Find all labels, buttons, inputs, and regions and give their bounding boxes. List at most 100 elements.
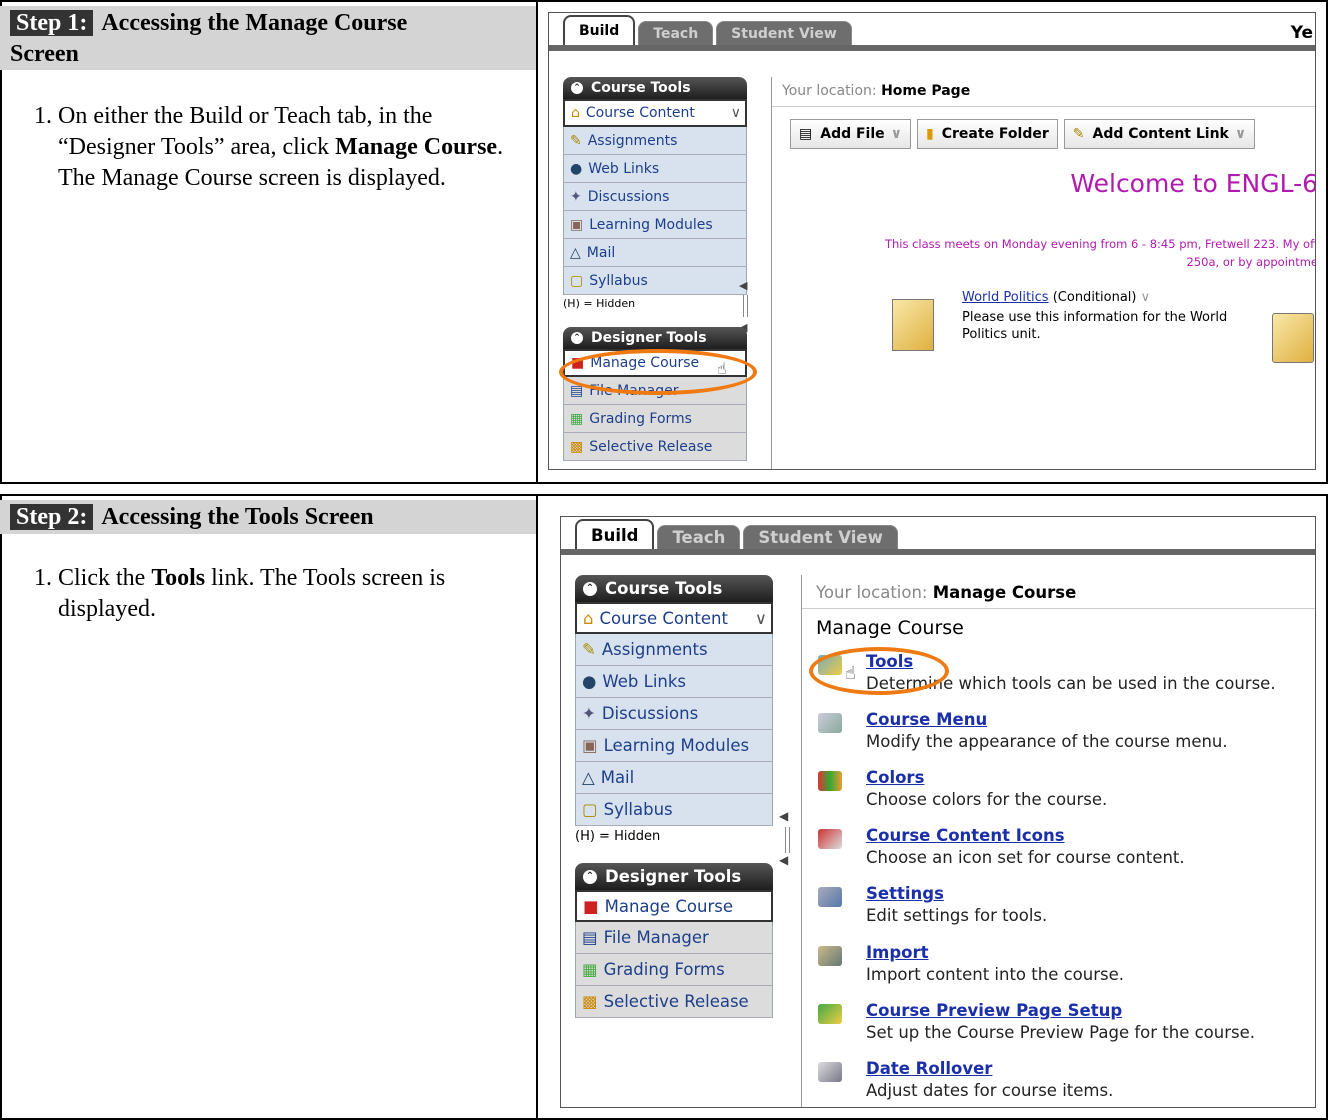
sidebar-item-assignments[interactable]: ✎ Assignments — [563, 127, 747, 155]
step2-label: Step 2: — [10, 504, 94, 530]
manage-item-course-menu[interactable]: Course Menu Modify the appearance of the … — [818, 709, 1228, 753]
settings-link[interactable]: Settings — [866, 883, 1047, 905]
step1-instructions: On either the Build or Teach tab, in the… — [14, 101, 518, 194]
designer-tools-header[interactable]: ⌃ Designer Tools — [563, 327, 747, 349]
sidebar-resize-handle[interactable] — [743, 295, 748, 317]
manage-course-heading: Manage Course — [816, 617, 964, 639]
step1-screenshot: Build Teach Student View Ye ⌃ Course Tool… — [548, 12, 1316, 470]
manage-item-course-content-icons[interactable]: Course Content Icons Choose an icon set f… — [818, 825, 1185, 869]
selective-release-icon: ▩ — [582, 992, 598, 1011]
manage-item-settings[interactable]: Settings Edit settings for tools. — [818, 883, 1047, 927]
sidebar-item-grading-forms[interactable]: ▦ Grading Forms — [575, 954, 773, 986]
tab-bar: Build Teach Student View — [563, 13, 855, 45]
sidebar-item-learning-modules[interactable]: ▣ Learning Modules — [563, 211, 747, 239]
import-desc: Import content into the course. — [866, 965, 1124, 984]
modules-icon: ▣ — [582, 736, 598, 755]
sidebar-item-syllabus[interactable]: ▢ Syllabus — [575, 794, 773, 826]
sidebar-item-manage-course[interactable]: ■ Manage Course — [575, 890, 773, 922]
sidebar-item-selective-release[interactable]: ▩ Selective Release — [563, 433, 747, 461]
step2-instruction: Click the Tools link. The Tools screen i… — [58, 563, 518, 625]
folder-icon: ▮ — [926, 126, 934, 142]
tools-callout — [809, 647, 949, 695]
location-bar: Your location: Home Page — [772, 77, 1315, 107]
sidebar-item-web-links[interactable]: ● Web Links — [575, 666, 773, 698]
chevron-down-icon[interactable]: ∨ — [755, 609, 767, 628]
step2-instructions: Click the Tools link. The Tools screen i… — [14, 563, 518, 625]
sidebar-item-file-manager[interactable]: ▤ File Manager — [575, 922, 773, 954]
course-menu-icon — [818, 713, 842, 733]
content-icons-icon — [818, 829, 842, 849]
sidebar-item-selective-release[interactable]: ▩ Selective Release — [575, 986, 773, 1018]
content-item: World Politics (Conditional) ∨ Please us… — [962, 289, 1252, 343]
colors-desc: Choose colors for the course. — [866, 790, 1108, 809]
collapse-toggle-icon: ⌃ — [571, 82, 583, 94]
course-tools-header[interactable]: ⌃ Course Tools — [563, 77, 747, 99]
settings-icon — [818, 887, 842, 907]
add-content-link-button[interactable]: ✎ Add Content Link ∨ — [1063, 119, 1256, 149]
step2-divider — [536, 494, 538, 1120]
item-description: Please use this information for the Worl… — [962, 310, 1228, 342]
colors-link[interactable]: Colors — [866, 767, 1107, 789]
course-preview-page-setup-desc: Set up the Course Preview Page for the c… — [866, 1023, 1256, 1042]
collapse-toggle-icon: ⌃ — [583, 869, 597, 884]
class-meets-text: This class meets on Monday evening from … — [884, 237, 1316, 269]
collapse-arrow-icon[interactable]: ◀ — [739, 279, 747, 292]
sidebar-item-web-links[interactable]: ● Web Links — [563, 155, 747, 183]
sidebar-item-grading-forms[interactable]: ▦ Grading Forms — [563, 405, 747, 433]
manage-item-course-preview-page-setup[interactable]: Course Preview Page Setup Set up the Cour… — [818, 1000, 1255, 1044]
tab-teach[interactable]: Teach — [638, 21, 714, 45]
step2-screenshot: Build Teach Student View ⌃ Course Tools ⌂… — [560, 516, 1316, 1108]
tab-underline — [561, 549, 1315, 555]
course-preview-page-setup-link[interactable]: Course Preview Page Setup — [866, 1000, 1255, 1022]
designer-tools-header[interactable]: ⌃ Designer Tools — [575, 863, 773, 890]
course-tools-panel: ⌃ Course Tools ⌂ Course Content ∨ ✎ Assignme… — [575, 575, 773, 847]
globe-icon: ● — [582, 672, 597, 691]
sidebar-resize-handle[interactable] — [785, 827, 790, 853]
world-politics-link[interactable]: World Politics — [962, 290, 1049, 305]
step1-title-line1: Accessing the Manage Course — [101, 10, 408, 36]
tab-build[interactable]: Build — [563, 15, 636, 45]
date-rollover-link[interactable]: Date Rollover — [866, 1058, 1113, 1080]
course-tools-header[interactable]: ⌃ Course Tools — [575, 575, 773, 602]
tab-bar: Build Teach Student View — [575, 517, 901, 549]
globe-icon: ● — [570, 160, 583, 177]
welcome-heading: Welcome to ENGL-6 — [1070, 169, 1316, 198]
collapse-arrow-icon[interactable]: ◀ — [779, 809, 788, 823]
course-menu-link[interactable]: Course Menu — [866, 709, 1228, 731]
chevron-down-icon[interactable]: ∨ — [1141, 290, 1151, 305]
designer-tools-panel: ⌃ Designer Tools ■ Manage Course ▤ File Man… — [575, 863, 773, 1018]
sidebar-item-assignments[interactable]: ✎ Assignments — [575, 634, 773, 666]
grading-forms-icon: ▦ — [582, 960, 598, 979]
home-icon: ⌂ — [583, 608, 594, 628]
manage-item-colors[interactable]: Colors Choose colors for the course. — [818, 767, 1107, 811]
sidebar-item-course-content[interactable]: ⌂ Course Content ∨ — [575, 602, 773, 634]
step1-instruction: On either the Build or Teach tab, in the… — [58, 101, 518, 194]
tab-student-view[interactable]: Student View — [716, 21, 852, 45]
manage-item-import[interactable]: Import Import content into the course. — [818, 942, 1124, 986]
link-icon: ✎ — [1072, 126, 1085, 142]
step1-label: Step 1: — [10, 10, 94, 36]
course-content-icons-link[interactable]: Course Content Icons — [866, 825, 1185, 847]
import-link[interactable]: Import — [866, 942, 1124, 964]
file-manager-icon: ▤ — [582, 928, 598, 947]
sidebar-item-course-content[interactable]: ⌂ Course Content ∨ — [563, 99, 747, 127]
manage-item-date-rollover[interactable]: Date Rollover Adjust dates for course ite… — [818, 1058, 1113, 1102]
collapse-arrow-icon[interactable]: ◀ — [779, 853, 788, 867]
sidebar-item-syllabus[interactable]: ▢ Syllabus — [563, 267, 747, 295]
tab-teach[interactable]: Teach — [657, 525, 741, 549]
hand-cursor-icon: ☝ — [845, 663, 856, 684]
create-folder-button[interactable]: ▮ Create Folder — [917, 119, 1058, 149]
sidebar-item-discussions[interactable]: ✦ Discussions — [575, 698, 773, 730]
sidebar-item-mail[interactable]: △ Mail — [563, 239, 747, 267]
chevron-down-icon[interactable]: ∨ — [731, 105, 741, 121]
tab-build[interactable]: Build — [575, 519, 655, 549]
grading-forms-icon: ▦ — [570, 410, 584, 427]
add-file-button[interactable]: ▤ Add File ∨ — [790, 119, 912, 149]
step1-title-line2: Screen — [10, 41, 79, 67]
tab-student-view[interactable]: Student View — [743, 525, 898, 549]
sidebar-item-discussions[interactable]: ✦ Discussions — [563, 183, 747, 211]
location-bar: Your location: Manage Course — [802, 575, 1315, 609]
sidebar-item-learning-modules[interactable]: ▣ Learning Modules — [575, 730, 773, 762]
sidebar-item-mail[interactable]: △ Mail — [575, 762, 773, 794]
date-rollover-desc: Adjust dates for course items. — [866, 1081, 1114, 1100]
